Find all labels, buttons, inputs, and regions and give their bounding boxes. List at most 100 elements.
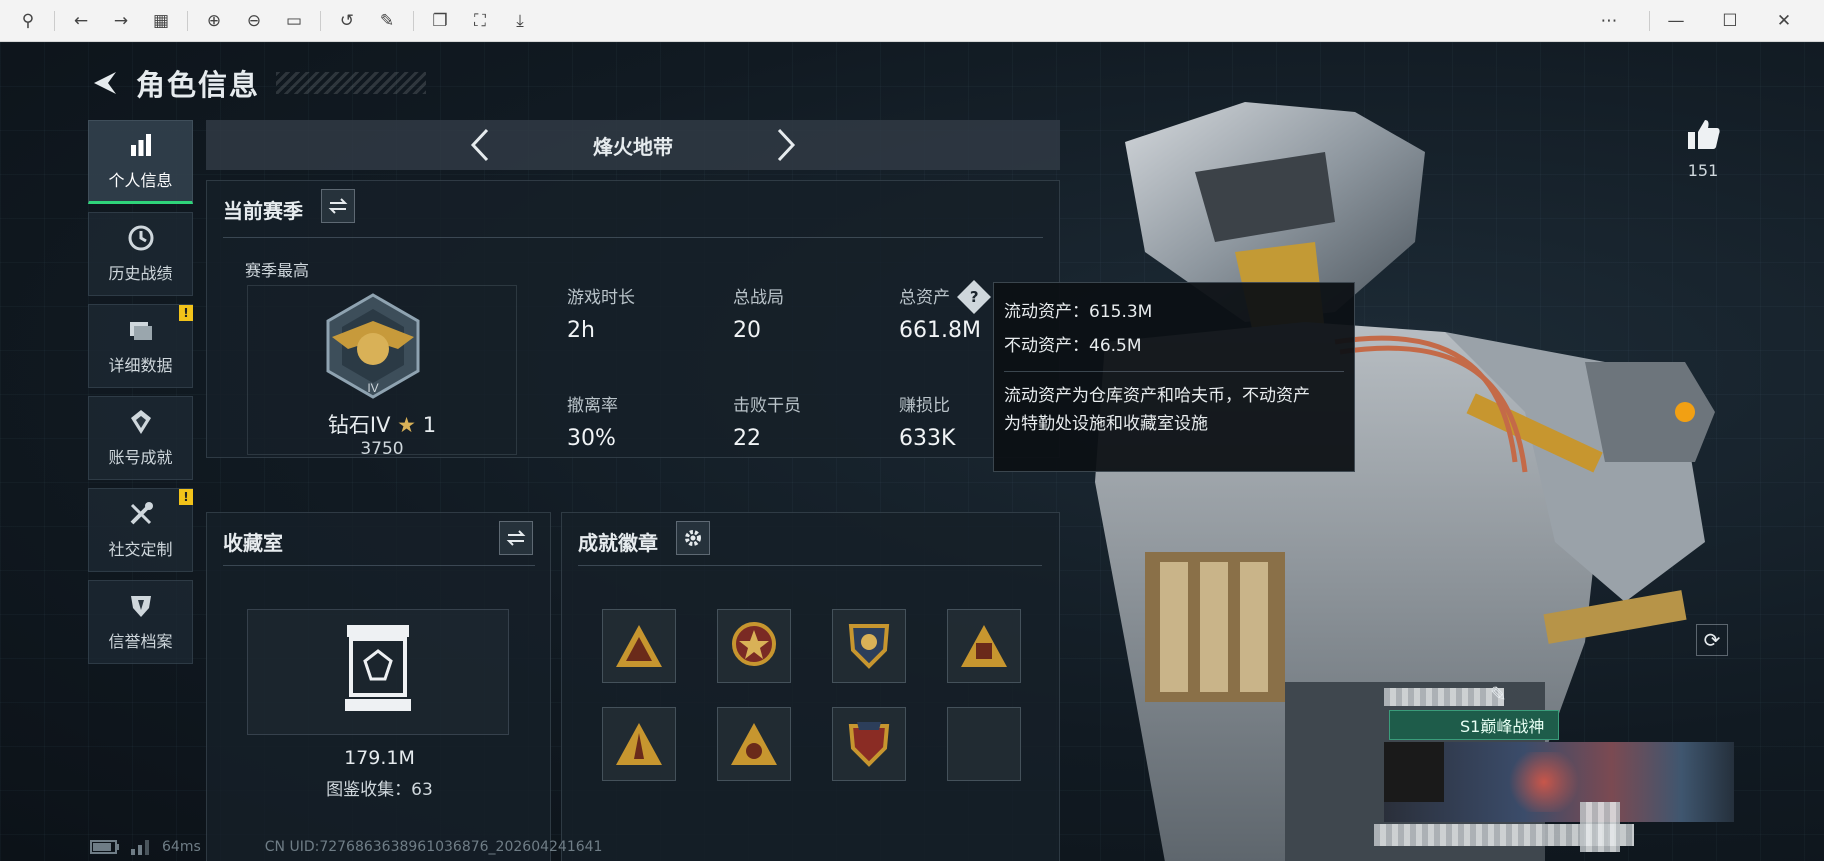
back-arrow-icon[interactable] xyxy=(90,68,120,98)
nav-item-label: 账号成就 xyxy=(108,448,173,467)
stat-value: 22 xyxy=(733,426,761,451)
star-icon: ★ xyxy=(397,413,416,437)
stat-profit-loss-ratio: 赚损比 633K xyxy=(899,391,955,451)
tools-icon xyxy=(130,502,153,525)
collection-room-panel: 收藏室 179.1M 图鉴收集：63 xyxy=(206,512,551,861)
pin-icon[interactable]: ⚲ xyxy=(14,7,42,35)
achievement-badge[interactable] xyxy=(832,609,906,683)
switch-season-button[interactable] xyxy=(321,189,355,223)
status-bar: 64ms CN UID:7276863638961036876_20260424… xyxy=(90,839,602,855)
like-count: 151 xyxy=(1687,161,1719,180)
triangle-badge-icon xyxy=(731,723,777,765)
stat-label: 击败干员 xyxy=(733,396,801,416)
bar-chart-icon xyxy=(130,134,151,156)
achievement-badge[interactable] xyxy=(832,707,906,781)
actual-size-icon[interactable]: ▭ xyxy=(280,7,308,35)
panel-title: 收藏室 xyxy=(223,531,283,555)
panel-title: 当前赛季 xyxy=(223,199,303,223)
battery-icon xyxy=(90,840,119,854)
achievement-badge[interactable] xyxy=(602,707,676,781)
current-season-panel: 当前赛季 赛季最高 IV 钻石IV ★ 1 3750 游戏时长 2h 总战局 2… xyxy=(206,180,1060,459)
swap-icon xyxy=(328,198,348,214)
grid-view-icon[interactable]: ▦ xyxy=(147,7,175,35)
triangle-badge-icon xyxy=(616,723,662,765)
signal-icon xyxy=(131,840,149,855)
latency: 64ms xyxy=(162,839,201,855)
empty-badge-slot[interactable] xyxy=(947,707,1021,781)
nav-item-personal-info[interactable]: 个人信息 xyxy=(88,120,193,204)
nav-item-label: 信誉档案 xyxy=(108,632,173,651)
player-name-redacted xyxy=(1384,688,1504,706)
stat-value: 20 xyxy=(733,318,761,343)
header: 角色信息 xyxy=(90,62,427,104)
achievement-badge[interactable] xyxy=(947,609,1021,683)
player-extra-redacted xyxy=(1580,802,1620,852)
save-icon[interactable]: ⤓ xyxy=(506,7,534,35)
nav-item-match-history[interactable]: 历史战绩 xyxy=(88,212,193,296)
rotate-icon[interactable]: ↺ xyxy=(333,7,361,35)
nav-item-label: 社交定制 xyxy=(108,540,173,559)
nav-item-achievements[interactable]: 账号成就 xyxy=(88,396,193,480)
player-title: S1巅峰战神 xyxy=(1460,717,1545,736)
player-banner-image xyxy=(1384,742,1734,822)
shield-crest-badge-icon xyxy=(848,624,890,669)
badge-settings-button[interactable] xyxy=(676,521,710,555)
svg-text:IV: IV xyxy=(367,381,378,395)
close-icon[interactable]: ✕ xyxy=(1770,7,1798,35)
edit-icon[interactable]: ✎ xyxy=(373,7,401,35)
nav-item-detailed-data[interactable]: ! 详细数据 xyxy=(88,304,193,388)
chevron-right-icon[interactable] xyxy=(773,127,799,163)
nav-item-social-custom[interactable]: ! 社交定制 xyxy=(88,488,193,572)
folder-icon xyxy=(129,322,152,340)
tooltip-divider xyxy=(1004,371,1344,372)
medal-icon xyxy=(130,410,151,434)
stat-label: 赚损比 xyxy=(899,396,950,416)
rank-score: 3750 xyxy=(360,439,404,459)
asset-description-line2: 为特勤处设施和收藏室设施 xyxy=(1004,414,1208,434)
achievement-badge[interactable] xyxy=(602,609,676,683)
triangle-badge-icon xyxy=(961,625,1007,667)
toolbar-divider xyxy=(187,10,188,31)
mode-selector: 烽火地带 xyxy=(206,120,1060,170)
minimize-icon[interactable]: — xyxy=(1662,7,1690,35)
rank-emblem-icon: IV xyxy=(326,293,420,399)
display-case-icon xyxy=(345,625,411,711)
edit-name-icon[interactable]: ✎ xyxy=(1490,682,1507,706)
crop-icon[interactable]: ⛶ xyxy=(466,7,494,35)
stat-value: 633K xyxy=(899,426,956,451)
refresh-icon[interactable]: ⟳ xyxy=(1696,624,1728,656)
more-options-icon[interactable]: ⋯ xyxy=(1595,7,1623,35)
viewer-toolbar: ⚲ ← → ▦ ⊕ ⊖ ▭ ↺ ✎ ❐ ⛶ ⤓ ⋯ — ☐ ✕ xyxy=(0,0,1824,42)
triangle-badge-icon xyxy=(616,625,662,667)
collection-count: 图鉴收集：63 xyxy=(326,780,433,800)
stat-label: 撤离率 xyxy=(567,396,618,416)
gear-icon xyxy=(685,530,701,546)
panel-divider xyxy=(578,565,1042,566)
asset-description-line1: 流动资产为仓库资产和哈夫币，不动资产 xyxy=(1004,386,1310,406)
nav-item-label: 历史战绩 xyxy=(108,264,173,283)
stat-operators-defeated: 击败干员 22 xyxy=(733,391,801,451)
stat-value: 661.8M xyxy=(899,318,981,343)
season-best-label: 赛季最高 xyxy=(245,261,310,280)
nav-item-credit-record[interactable]: 信誉档案 xyxy=(88,580,193,664)
rank-name-row: 钻石IV ★ 1 xyxy=(247,409,517,439)
achievement-badge[interactable] xyxy=(717,707,791,781)
zoom-out-icon[interactable]: ⊖ xyxy=(240,7,268,35)
back-arrow-icon[interactable]: ← xyxy=(67,7,95,35)
stat-total-matches: 总战局 20 xyxy=(733,283,784,343)
like-button[interactable]: 151 xyxy=(1680,117,1726,180)
achievement-badge[interactable] xyxy=(717,609,791,683)
star-emblem-badge-icon xyxy=(732,622,776,666)
chevron-left-icon[interactable] xyxy=(467,127,493,163)
forward-arrow-icon[interactable]: → xyxy=(107,7,135,35)
nav-item-label: 详细数据 xyxy=(108,356,173,375)
sidebar-nav: 个人信息 历史战绩 ! 详细数据 账号成就 ! 社交定制 信誉档案 xyxy=(88,120,193,672)
achievement-badges-panel: 成就徽章 xyxy=(561,512,1060,861)
switch-collection-button[interactable] xyxy=(499,521,533,555)
copy-icon[interactable]: ❐ xyxy=(426,7,454,35)
player-title-tag: S1巅峰战神 xyxy=(1389,710,1559,740)
page-title: 角色信息 xyxy=(136,68,261,102)
zoom-in-icon[interactable]: ⊕ xyxy=(200,7,228,35)
fixed-assets: 不动资产：46.5M xyxy=(1004,336,1142,356)
maximize-icon[interactable]: ☐ xyxy=(1716,7,1744,35)
